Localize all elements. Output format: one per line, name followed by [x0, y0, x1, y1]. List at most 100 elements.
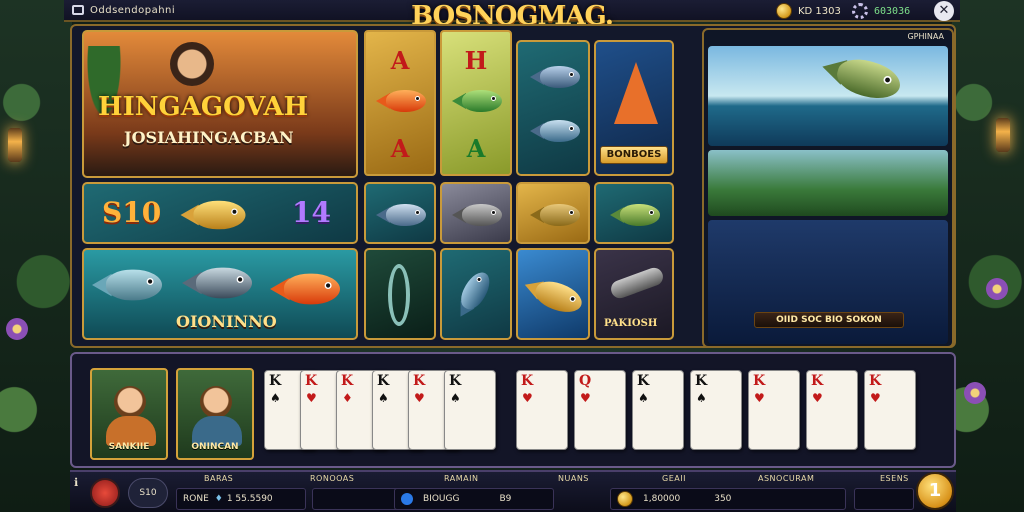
- mode-button[interactable]: S10: [128, 478, 168, 508]
- fish-icon: [180, 200, 246, 230]
- card-rank: K: [869, 373, 882, 389]
- balance-gem-icon: [401, 493, 413, 505]
- spin-button[interactable]: 1: [916, 472, 954, 510]
- gear-icon[interactable]: [852, 3, 868, 19]
- cannon-label: PAKIOSH: [604, 318, 658, 329]
- lake-scene[interactable]: [708, 46, 948, 146]
- fish-tile[interactable]: [516, 248, 590, 340]
- card-suit-icon: ♥: [522, 391, 533, 405]
- fish-icon: [452, 90, 502, 112]
- jungle-right-decoration: [952, 0, 1024, 512]
- fish-icon: [376, 204, 426, 226]
- card-suit-icon: ♠: [450, 391, 461, 405]
- info-icon[interactable]: ℹ: [74, 476, 78, 489]
- fish-tile[interactable]: [594, 182, 674, 244]
- card-suit-icon: ♥: [812, 391, 823, 405]
- underwater-tile[interactable]: OIONINNO: [82, 248, 358, 340]
- playing-card[interactable]: Q ♥: [574, 370, 626, 450]
- stats-bar: BARAS RONOOAS RAMAIN NUANS GEAII ASNOCUR…: [70, 470, 956, 512]
- avatar: [200, 386, 232, 418]
- underwater-banner: OIONINNO: [176, 312, 277, 331]
- card-rank: K: [695, 373, 708, 389]
- fish-icon: [376, 90, 426, 112]
- flower-icon: [6, 318, 28, 340]
- green-value: 603036: [874, 5, 911, 17]
- card-rank: K: [269, 373, 282, 389]
- tools-button[interactable]: ✕: [934, 1, 954, 21]
- bet-icon: ♦: [214, 494, 223, 504]
- hero-title: HINGAGOVAH: [98, 92, 309, 122]
- fish-tile[interactable]: [364, 182, 436, 244]
- buoy-icon: [614, 62, 658, 124]
- fish-icon: [451, 267, 496, 322]
- bonus-label: BONBOES: [600, 146, 668, 164]
- score-tile[interactable]: S10 14: [82, 182, 358, 244]
- cannon-tile[interactable]: PAKIOSH: [594, 248, 674, 340]
- bet-label: RONE: [183, 494, 209, 504]
- fish-icon: [182, 267, 252, 299]
- playing-card[interactable]: K ♠: [444, 370, 496, 450]
- letter-card-a[interactable]: A A: [364, 30, 436, 176]
- bet-field[interactable]: RONE ♦ 1 55.5590: [176, 488, 306, 510]
- cards-scene[interactable]: OIID SOC BIO SOKON: [708, 220, 948, 344]
- coin-value: KD 1303: [798, 5, 841, 17]
- right-panel-tag: GPHINAA: [907, 32, 944, 41]
- playing-card[interactable]: K ♥: [516, 370, 568, 450]
- playing-card[interactable]: K ♥: [806, 370, 858, 450]
- win-coin-icon: [617, 491, 633, 507]
- lantern-icon: [996, 118, 1010, 152]
- stop-button[interactable]: [90, 478, 120, 508]
- letter-top: A: [390, 46, 410, 75]
- portrait-card[interactable]: ONINCAN: [176, 368, 254, 460]
- playing-card[interactable]: K ♠: [632, 370, 684, 450]
- right-panel: GPHINAA OIID SOC BIO SOKON: [702, 28, 954, 348]
- extra-field[interactable]: [854, 488, 914, 510]
- stat-header: RAMAIN: [444, 474, 479, 483]
- jungle-left-decoration: [0, 0, 72, 512]
- card-suit-icon: ♦: [342, 391, 353, 405]
- portrait-card[interactable]: SANKIIE: [90, 368, 168, 460]
- fish-pair-tile[interactable]: [516, 40, 590, 176]
- menu-icon[interactable]: [72, 5, 84, 15]
- fish-icon: [530, 120, 580, 142]
- card-hand-left: K ♠ K ♥ K ♦ K ♠ K ♥ K ♠: [264, 368, 514, 460]
- letter-card-h[interactable]: H A: [440, 30, 512, 176]
- card-hand-right: K ♥ Q ♥ K ♠ K ♠ K ♥ K ♥ K ♥: [516, 368, 946, 460]
- fish-icon: [530, 204, 580, 226]
- flower-icon: [964, 382, 986, 404]
- playing-card[interactable]: K ♥: [748, 370, 800, 450]
- card-rank: K: [811, 373, 824, 389]
- fisherman-avatar: [170, 42, 214, 86]
- eel-tile[interactable]: [364, 248, 436, 340]
- card-rank: K: [305, 373, 318, 389]
- cannon-icon: [608, 265, 666, 301]
- win-field[interactable]: 1,80000 350: [610, 488, 846, 510]
- green-balance: 603036: [852, 2, 910, 20]
- stat-header: RONOOAS: [310, 474, 355, 483]
- card-rank: K: [449, 373, 462, 389]
- card-suit-icon: ♥: [306, 391, 317, 405]
- shore-scene[interactable]: [708, 150, 948, 216]
- main-reel-frame: HINGAGOVAH JOSIAHINGACBAN S10 14 OIONINN…: [70, 24, 956, 348]
- stat-header: NUANS: [558, 474, 589, 483]
- fish-icon: [452, 204, 502, 226]
- fish-tile[interactable]: [440, 248, 512, 340]
- top-left-label: Oddsendopahni: [90, 4, 176, 16]
- card-rank: K: [413, 373, 426, 389]
- card-rank: K: [377, 373, 390, 389]
- card-suit-icon: ♥: [870, 391, 881, 405]
- card-suit-icon: ♠: [638, 391, 649, 405]
- portrait-label: ONINCAN: [191, 442, 239, 452]
- stat-header: BARAS: [204, 474, 234, 483]
- balance-field[interactable]: BIOUGG B9: [394, 488, 554, 510]
- playing-card[interactable]: K ♥: [864, 370, 916, 450]
- fish-icon: [610, 204, 660, 226]
- playing-card[interactable]: K ♠: [690, 370, 742, 450]
- fish-icon: [270, 273, 340, 305]
- hero-tile[interactable]: HINGAGOVAH JOSIAHINGACBAN: [82, 30, 358, 178]
- bonus-tile[interactable]: BONBOES: [594, 40, 674, 176]
- card-suit-icon: ♥: [754, 391, 765, 405]
- balance-label: BIOUGG: [423, 494, 460, 504]
- fish-tile[interactable]: [440, 182, 512, 244]
- fish-tile[interactable]: [516, 182, 590, 244]
